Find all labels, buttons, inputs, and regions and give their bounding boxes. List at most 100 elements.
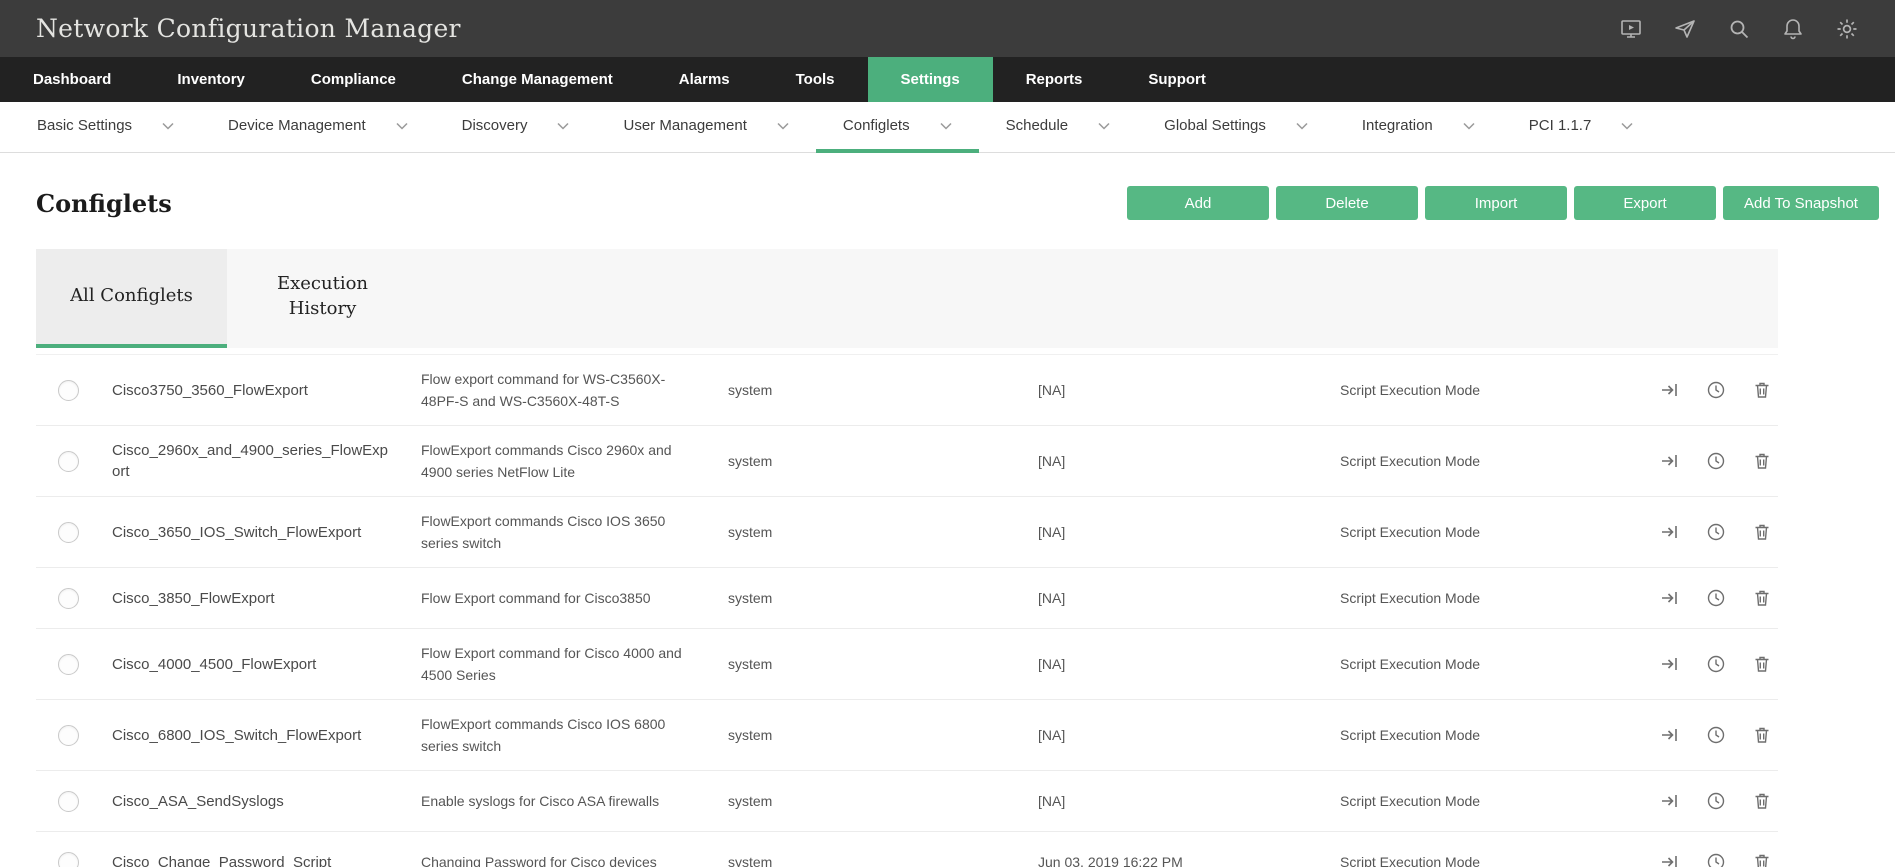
- export-button[interactable]: Export: [1574, 186, 1716, 220]
- row-actions: [1650, 791, 1778, 811]
- subnav-integration[interactable]: Integration: [1335, 102, 1502, 153]
- row-radio[interactable]: [58, 521, 79, 543]
- subnav-label: Device Management: [228, 117, 366, 134]
- configlet-description: Flow Export command for Cisco3850: [421, 590, 651, 606]
- tab-execution-history[interactable]: Execution History: [227, 249, 418, 348]
- history-clock-icon[interactable]: [1706, 654, 1726, 674]
- delete-trash-icon[interactable]: [1752, 380, 1772, 400]
- subnav-device-management[interactable]: Device Management: [201, 102, 435, 153]
- delete-trash-icon[interactable]: [1752, 522, 1772, 542]
- subnav-discovery[interactable]: Discovery: [435, 102, 597, 153]
- history-clock-icon[interactable]: [1706, 852, 1726, 867]
- delete-trash-icon[interactable]: [1752, 791, 1772, 811]
- nav-change-management[interactable]: Change Management: [429, 57, 646, 102]
- subnav-pci[interactable]: PCI 1.1.7: [1502, 102, 1661, 153]
- subnav-configlets[interactable]: Configlets: [815, 102, 979, 153]
- history-clock-icon[interactable]: [1706, 380, 1726, 400]
- tab-all-configlets[interactable]: All Configlets: [36, 249, 227, 348]
- configlet-mode: Script Execution Mode: [1340, 793, 1481, 809]
- delete-trash-icon[interactable]: [1752, 451, 1772, 471]
- delete-trash-icon[interactable]: [1752, 725, 1772, 745]
- table-row: Cisco_Change_Password_Script Changing Pa…: [36, 832, 1778, 867]
- chevron-down-icon: [1463, 122, 1475, 130]
- execute-icon[interactable]: [1660, 451, 1680, 471]
- nav-reports[interactable]: Reports: [993, 57, 1116, 102]
- history-clock-icon[interactable]: [1706, 725, 1726, 745]
- nav-compliance[interactable]: Compliance: [278, 57, 429, 102]
- configlet-owner: system: [728, 524, 773, 540]
- configlet-name[interactable]: Cisco3750_3560_FlowExport: [112, 380, 421, 401]
- nav-alarms[interactable]: Alarms: [646, 57, 763, 102]
- nav-inventory[interactable]: Inventory: [144, 57, 278, 102]
- add-to-snapshot-button[interactable]: Add To Snapshot: [1723, 186, 1879, 220]
- row-radio[interactable]: [58, 450, 79, 472]
- nav-support[interactable]: Support: [1115, 57, 1239, 102]
- subnav-global-settings[interactable]: Global Settings: [1137, 102, 1335, 153]
- delete-button[interactable]: Delete: [1276, 186, 1418, 220]
- configlet-name[interactable]: Cisco_4000_4500_FlowExport: [112, 654, 421, 675]
- subnav-schedule[interactable]: Schedule: [979, 102, 1138, 153]
- delete-trash-icon[interactable]: [1752, 588, 1772, 608]
- configlet-name[interactable]: Cisco_6800_IOS_Switch_FlowExport: [112, 725, 421, 746]
- configlet-executed-at: [NA]: [1038, 382, 1066, 398]
- row-radio[interactable]: [58, 587, 79, 609]
- subnav-user-management[interactable]: User Management: [596, 102, 815, 153]
- screen-demo-icon[interactable]: [1619, 17, 1643, 41]
- delete-trash-icon[interactable]: [1752, 852, 1772, 867]
- row-actions: [1650, 852, 1778, 867]
- history-clock-icon[interactable]: [1706, 451, 1726, 471]
- nav-dashboard[interactable]: Dashboard: [0, 57, 144, 102]
- configlet-description: FlowExport commands Cisco 2960x and 4900…: [421, 442, 672, 480]
- page-title: Configlets: [36, 188, 172, 218]
- chevron-down-icon: [557, 122, 570, 130]
- execute-icon[interactable]: [1660, 588, 1680, 608]
- page-header: Configlets Add Delete Import Export Add …: [36, 183, 1879, 223]
- configlet-mode: Script Execution Mode: [1340, 453, 1481, 469]
- subnav-label: User Management: [623, 117, 747, 134]
- gear-icon[interactable]: [1835, 17, 1859, 41]
- row-actions: [1650, 380, 1778, 400]
- configlet-name[interactable]: Cisco_Change_Password_Script: [112, 852, 421, 867]
- history-clock-icon[interactable]: [1706, 588, 1726, 608]
- configlet-name[interactable]: Cisco_2960x_and_4900_series_FlowExport: [112, 440, 421, 482]
- configlet-owner: system: [728, 727, 773, 743]
- configlet-owner: system: [728, 453, 773, 469]
- subnav-basic-settings[interactable]: Basic Settings: [10, 102, 201, 153]
- nav-settings[interactable]: Settings: [867, 57, 993, 102]
- row-radio[interactable]: [58, 790, 79, 812]
- search-icon[interactable]: [1727, 17, 1751, 41]
- configlet-name[interactable]: Cisco_ASA_SendSyslogs: [112, 791, 421, 812]
- row-radio[interactable]: [58, 379, 79, 401]
- subnav-label: Integration: [1361, 117, 1433, 134]
- execute-icon[interactable]: [1660, 791, 1680, 811]
- execute-icon[interactable]: [1660, 654, 1680, 674]
- configlet-owner: system: [728, 656, 773, 672]
- nav-tools[interactable]: Tools: [763, 57, 868, 102]
- history-clock-icon[interactable]: [1706, 522, 1726, 542]
- add-button[interactable]: Add: [1127, 186, 1269, 220]
- row-radio[interactable]: [58, 851, 79, 867]
- execute-icon[interactable]: [1660, 522, 1680, 542]
- chevron-down-icon: [940, 122, 952, 130]
- app-title: Network Configuration Manager: [36, 14, 461, 43]
- configlet-owner: system: [728, 590, 773, 606]
- configlets-tabs: All Configlets Execution History: [36, 249, 1778, 348]
- row-radio[interactable]: [58, 724, 79, 746]
- execute-icon[interactable]: [1660, 380, 1680, 400]
- paper-plane-icon[interactable]: [1673, 17, 1697, 41]
- subnav-label: Basic Settings: [37, 117, 133, 134]
- configlet-mode: Script Execution Mode: [1340, 727, 1481, 743]
- configlet-description: FlowExport commands Cisco IOS 6800 serie…: [421, 716, 666, 754]
- configlet-executed-at: Jun 03, 2019 16:22 PM: [1038, 854, 1183, 867]
- history-clock-icon[interactable]: [1706, 791, 1726, 811]
- row-radio[interactable]: [58, 653, 79, 675]
- bell-icon[interactable]: [1781, 17, 1805, 41]
- import-button[interactable]: Import: [1425, 186, 1567, 220]
- subnav-label: PCI 1.1.7: [1528, 117, 1592, 134]
- delete-trash-icon[interactable]: [1752, 654, 1772, 674]
- execute-icon[interactable]: [1660, 852, 1680, 867]
- configlet-name[interactable]: Cisco_3650_IOS_Switch_FlowExport: [112, 522, 421, 543]
- execute-icon[interactable]: [1660, 725, 1680, 745]
- configlet-name[interactable]: Cisco_3850_FlowExport: [112, 588, 421, 609]
- table-row: Cisco_3850_FlowExport Flow Export comman…: [36, 568, 1778, 629]
